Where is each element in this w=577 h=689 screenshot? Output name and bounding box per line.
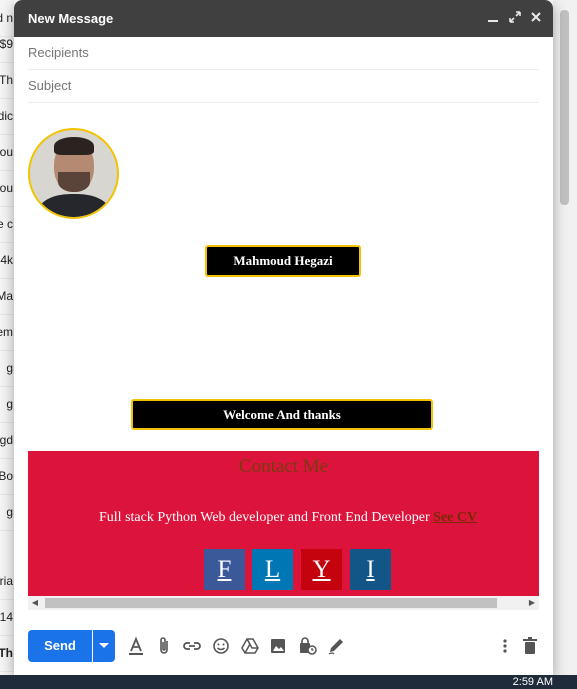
more-options-icon[interactable] bbox=[494, 635, 516, 657]
close-icon[interactable] bbox=[528, 9, 544, 27]
background-row[interactable]: e c bbox=[0, 206, 14, 243]
avatar bbox=[28, 128, 119, 219]
emoji-icon[interactable] bbox=[210, 635, 232, 657]
background-row[interactable]: ou bbox=[0, 134, 14, 171]
minimize-icon[interactable] bbox=[485, 9, 501, 27]
chevron-down-icon bbox=[99, 643, 109, 648]
welcome-banner: Welcome And thanks bbox=[131, 399, 433, 430]
horizontal-scrollbar-thumb[interactable] bbox=[45, 598, 497, 608]
horizontal-scrollbar[interactable]: ◀ ▶ bbox=[28, 596, 539, 610]
recipients-input[interactable] bbox=[28, 37, 539, 67]
message-body[interactable]: Mahmoud Hegazi Welcome And thanks Contac… bbox=[28, 102, 539, 596]
recipients-field[interactable] bbox=[28, 37, 539, 70]
linkedin-link[interactable]: L bbox=[252, 549, 293, 590]
insert-photo-icon[interactable] bbox=[267, 635, 289, 657]
signature-pen-icon[interactable] bbox=[325, 635, 347, 657]
background-row[interactable]: dic bbox=[0, 98, 14, 135]
taskbar-clock: 2:59 AM bbox=[512, 676, 553, 688]
contact-description: Full stack Python Web developer and Fron… bbox=[99, 510, 477, 526]
description-text: Full stack Python Web developer and Fron… bbox=[99, 510, 430, 525]
scroll-left-icon[interactable]: ◀ bbox=[28, 596, 42, 610]
google-drive-icon[interactable] bbox=[239, 635, 261, 657]
compose-title: New Message bbox=[28, 11, 114, 26]
discard-draft-icon[interactable] bbox=[519, 635, 541, 657]
contact-section: Contact Me Full stack Python Web develop… bbox=[28, 451, 539, 596]
background-row[interactable]: Ma bbox=[0, 278, 14, 315]
subject-input[interactable] bbox=[28, 70, 539, 100]
background-row[interactable]: g bbox=[0, 350, 14, 387]
background-row[interactable]: g bbox=[0, 494, 14, 531]
see-cv-link[interactable]: See CV bbox=[433, 510, 477, 525]
attach-file-icon[interactable] bbox=[153, 635, 175, 657]
compose-titlebar[interactable]: New Message bbox=[14, 0, 553, 37]
instagram-link[interactable]: I bbox=[350, 549, 391, 590]
taskbar: 2:59 AM bbox=[0, 675, 577, 689]
contact-title: Contact Me bbox=[238, 456, 329, 477]
compose-window: New Message Mahmoud Hegazi Welcome And t… bbox=[14, 0, 553, 675]
send-options-button[interactable] bbox=[93, 630, 115, 662]
background-row[interactable]: Bo bbox=[0, 458, 14, 495]
background-row[interactable]: tria bbox=[0, 563, 14, 600]
youtube-link[interactable]: Y bbox=[301, 549, 342, 590]
background-row[interactable]: Th bbox=[0, 635, 14, 672]
background-row[interactable]: $9 bbox=[0, 26, 14, 63]
confidential-mode-icon[interactable] bbox=[296, 635, 318, 657]
background-mail-list: d n $9 Th dic ou ou e c 4k Ma em g g gd … bbox=[0, 0, 14, 675]
scroll-right-icon[interactable]: ▶ bbox=[525, 596, 539, 610]
send-button[interactable]: Send bbox=[28, 630, 92, 662]
background-row[interactable]: g bbox=[0, 386, 14, 423]
facebook-link[interactable]: F bbox=[204, 549, 245, 590]
fullscreen-icon[interactable] bbox=[507, 9, 523, 27]
background-row[interactable]: 14 bbox=[0, 599, 14, 636]
background-row[interactable]: ou bbox=[0, 170, 14, 207]
page-scrollbar-thumb[interactable] bbox=[560, 10, 569, 205]
page-scrollbar[interactable] bbox=[553, 0, 577, 675]
background-row[interactable]: 4k bbox=[0, 242, 14, 279]
background-row[interactable]: Th bbox=[0, 62, 14, 99]
background-row[interactable]: em bbox=[0, 314, 14, 351]
background-row[interactable]: gd bbox=[0, 422, 14, 459]
signature-name: Mahmoud Hegazi bbox=[205, 245, 361, 277]
formatting-options-icon[interactable] bbox=[125, 635, 147, 657]
subject-field[interactable] bbox=[28, 70, 539, 103]
compose-toolbar: Send bbox=[14, 628, 553, 664]
insert-link-icon[interactable] bbox=[181, 635, 203, 657]
